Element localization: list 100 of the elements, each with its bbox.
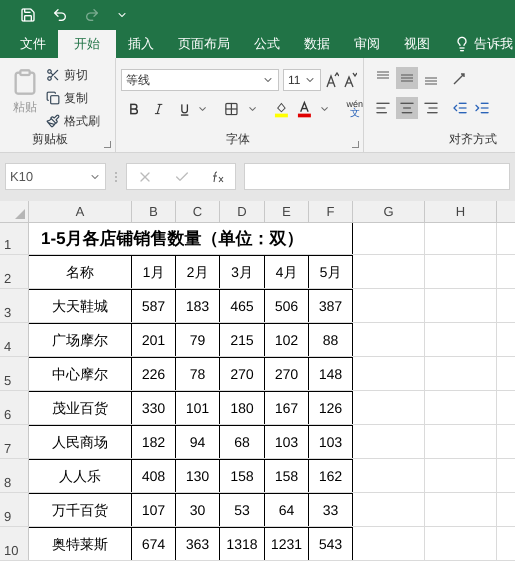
ribbon-tab[interactable]: 视图 xyxy=(392,30,442,58)
row-header[interactable]: 10 xyxy=(0,527,29,560)
dialog-launcher-icon[interactable] xyxy=(104,141,111,148)
group-label: 对齐方式 xyxy=(449,131,497,148)
table-cell: 126 xyxy=(309,391,353,424)
decrease-indent-icon[interactable] xyxy=(452,100,468,116)
group-label: 剪贴板 xyxy=(32,131,68,148)
dialog-launcher-icon[interactable] xyxy=(352,141,359,148)
table-cell: 183 xyxy=(176,289,220,322)
ribbon-tab[interactable]: 插入 xyxy=(116,30,166,58)
table-cell: 94 xyxy=(176,425,220,458)
copy-icon xyxy=(46,91,60,105)
tell-me-text[interactable]: 告诉我 xyxy=(474,34,513,53)
column-header[interactable]: F xyxy=(309,201,353,222)
table-cell: 180 xyxy=(220,391,265,424)
table-cell: 78 xyxy=(176,357,220,390)
paintbrush-icon xyxy=(46,114,60,128)
table-cell: 408 xyxy=(132,459,176,492)
row-header[interactable]: 9 xyxy=(0,493,29,526)
table-cell: 103 xyxy=(265,425,309,458)
row-header[interactable]: 8 xyxy=(0,459,29,492)
column-header[interactable]: D xyxy=(220,201,265,222)
formula-field[interactable] xyxy=(244,163,510,190)
table-cell: 万千百货 xyxy=(29,493,132,526)
table-cell: 79 xyxy=(176,323,220,356)
table-cell: 674 xyxy=(132,527,176,560)
table-cell: 2月 xyxy=(176,255,220,288)
fill-color-icon[interactable] xyxy=(274,100,289,118)
table-cell: 大天鞋城 xyxy=(29,289,132,322)
align-icon xyxy=(424,77,438,85)
column-header[interactable]: H xyxy=(425,201,497,222)
row-header[interactable]: 6 xyxy=(0,391,29,424)
table-cell: 53 xyxy=(220,493,265,526)
row-header[interactable]: 5 xyxy=(0,357,29,390)
font-size-field[interactable]: 11 xyxy=(283,69,321,91)
table-cell: 33 xyxy=(309,493,353,526)
table-cell: 158 xyxy=(220,459,265,492)
row-header[interactable]: 1 xyxy=(0,223,29,254)
column-header[interactable]: C xyxy=(176,201,220,222)
column-header[interactable]: A xyxy=(29,201,132,222)
underline-icon[interactable] xyxy=(180,102,189,116)
table-cell: 148 xyxy=(309,357,353,390)
ribbon-tab[interactable]: 数据 xyxy=(292,30,342,58)
ribbon-tab[interactable]: 文件 xyxy=(8,30,58,58)
ribbon-tab[interactable]: 页面布局 xyxy=(166,30,242,58)
table-cell: 64 xyxy=(265,493,309,526)
table-cell: 68 xyxy=(220,425,265,458)
table-cell: 506 xyxy=(265,289,309,322)
save-icon[interactable] xyxy=(20,7,36,23)
font-color-icon[interactable] xyxy=(296,100,312,118)
column-header[interactable]: B xyxy=(132,201,176,222)
table-cell: 1318 xyxy=(220,527,265,560)
table-cell: 215 xyxy=(220,323,265,356)
borders-icon[interactable] xyxy=(224,101,239,117)
vertical-align-button[interactable] xyxy=(396,67,418,89)
row-header[interactable]: 2 xyxy=(0,255,29,288)
table-cell: 167 xyxy=(265,391,309,424)
grow-font-icon[interactable] xyxy=(325,72,339,88)
function-icon[interactable] xyxy=(210,170,225,182)
table-cell: 茂业百货 xyxy=(29,391,132,424)
align-icon xyxy=(400,74,414,82)
table-cell: 102 xyxy=(265,323,309,356)
table-cell: 182 xyxy=(132,425,176,458)
table-cell: 270 xyxy=(265,357,309,390)
table-cell: 中心摩尔 xyxy=(29,357,132,390)
table-cell: 30 xyxy=(176,493,220,526)
align-icon xyxy=(376,71,390,79)
table-cell: 162 xyxy=(309,459,353,492)
row-header[interactable]: 7 xyxy=(0,425,29,458)
table-cell: 名称 xyxy=(29,255,132,288)
bold-icon[interactable] xyxy=(129,103,138,115)
ribbon-tab[interactable]: 公式 xyxy=(242,30,292,58)
name-box[interactable]: K10 xyxy=(5,163,106,190)
table-cell: 465 xyxy=(220,289,265,322)
horizontal-align-button[interactable] xyxy=(396,97,418,119)
column-header[interactable]: E xyxy=(265,201,309,222)
table-cell: 543 xyxy=(309,527,353,560)
table-cell: 4月 xyxy=(265,255,309,288)
table-cell: 103 xyxy=(309,425,353,458)
ribbon-tab[interactable]: 开始 xyxy=(58,30,116,58)
phonetic-guide-button[interactable]: wén 文 xyxy=(346,100,364,118)
font-name-field[interactable]: 等线 xyxy=(121,69,279,91)
title-cell: 1-5月各店铺销售数量（单位：双） xyxy=(29,223,353,254)
row-header[interactable]: 3 xyxy=(0,289,29,322)
clipboard-button[interactable]: 剪切 xyxy=(46,66,100,84)
table-cell: 5月 xyxy=(309,255,353,288)
clipboard-button[interactable]: 复制 xyxy=(46,89,100,107)
align-icon xyxy=(423,100,439,116)
table-cell: 88 xyxy=(309,323,353,356)
increase-indent-icon[interactable] xyxy=(474,100,490,116)
italic-icon[interactable] xyxy=(154,103,164,115)
ribbon-tab[interactable]: 审阅 xyxy=(342,30,392,58)
undo-icon[interactable] xyxy=(52,7,68,23)
clipboard-button[interactable]: 格式刷 xyxy=(46,112,100,130)
shrink-font-icon[interactable] xyxy=(343,72,357,88)
table-cell: 158 xyxy=(265,459,309,492)
column-header[interactable]: G xyxy=(353,201,425,222)
table-cell: 人人乐 xyxy=(29,459,132,492)
table-cell: 广场摩尔 xyxy=(29,323,132,356)
row-header[interactable]: 4 xyxy=(0,323,29,356)
